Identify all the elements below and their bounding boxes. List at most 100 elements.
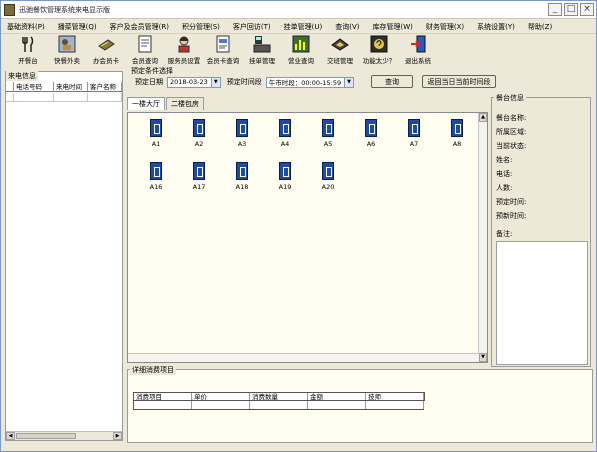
caller-hscrollbar[interactable]: ◀ ▶	[6, 431, 122, 440]
scroll-down-icon[interactable]: ▼	[479, 353, 487, 362]
maximize-button[interactable]: □	[564, 3, 578, 16]
field-new-time: 预新时间:	[496, 212, 527, 220]
remark-textarea[interactable]	[496, 241, 588, 365]
window-title: 迅驰餐饮管理系统来电显示版	[19, 5, 110, 14]
detail-caption: 详细消费项目	[130, 365, 176, 375]
table-icon	[236, 162, 248, 180]
window-controls: _ □ ×	[548, 3, 594, 16]
shift-button[interactable]: 交班管理	[321, 35, 359, 65]
col-technician[interactable]: 技师	[366, 393, 424, 401]
table-a16[interactable]: A16	[141, 162, 171, 191]
card-query-label: 会员卡查询	[206, 57, 240, 65]
table-icon	[236, 119, 248, 137]
waiter-settings-button[interactable]: 服务员设置	[165, 35, 203, 65]
menu-points[interactable]: 积分管理(S)	[182, 22, 220, 32]
table-a6[interactable]: A6	[356, 119, 386, 148]
table-a5[interactable]: A5	[313, 119, 343, 148]
booking-conditions-caption: 预定条件选择	[131, 67, 173, 75]
more-features-button[interactable]: 功能太少？	[360, 35, 398, 65]
exit-button[interactable]: 退出系统	[399, 35, 437, 65]
field-table-name: 餐台名称:	[496, 114, 527, 122]
card-query-button[interactable]: 会员卡查询	[204, 35, 242, 65]
menu-basic-data[interactable]: 基础资料(P)	[7, 22, 45, 32]
booking-conditions-row: 预定日期 2018-03-23 ▼ 预定时间段 午市时段：00:00-15:59…	[135, 76, 360, 88]
chart-icon	[292, 35, 310, 53]
return-current-button[interactable]: 返回当日当前时间段	[422, 75, 496, 88]
exit-icon	[409, 35, 427, 53]
table-a18[interactable]: A18	[227, 162, 257, 191]
field-remark: 备注:	[496, 230, 513, 238]
table-a3[interactable]: A3	[227, 119, 257, 148]
waiter-icon	[175, 35, 193, 53]
field-book-time: 预定时间:	[496, 198, 527, 206]
field-people: 人数:	[496, 184, 513, 192]
menu-dish-management[interactable]: 播菜管理(Q)	[58, 22, 97, 32]
col-phone[interactable]: 电话号码	[14, 82, 54, 91]
app-icon	[4, 3, 15, 16]
minimize-button[interactable]: _	[548, 3, 562, 16]
field-phone: 电话:	[496, 170, 513, 178]
open-table-button[interactable]: 开餐台	[9, 35, 47, 65]
table-a20[interactable]: A20	[313, 162, 343, 191]
menu-query[interactable]: 查询(V)	[335, 22, 359, 32]
takeout-button[interactable]: 快餐外卖	[48, 35, 86, 65]
date-select[interactable]: 2018-03-23 ▼	[167, 76, 221, 88]
scroll-right-icon[interactable]: ▶	[113, 432, 122, 440]
business-query-label: 营业查询	[288, 57, 314, 65]
col-call-time[interactable]: 来电时间	[54, 82, 88, 91]
title-bar: 迅驰餐饮管理系统来电显示版 _ □ ×	[1, 1, 596, 19]
table-a4[interactable]: A4	[270, 119, 300, 148]
detail-grid-header: 消费项目 单价 消费数量 金额 技师	[133, 392, 425, 401]
table-a17[interactable]: A17	[184, 162, 214, 191]
scroll-up-icon[interactable]: ▲	[479, 113, 487, 122]
period-select[interactable]: 午市时段：00:00-15:59 ▼	[265, 76, 355, 88]
menu-finance[interactable]: 财务管理(X)	[426, 22, 464, 32]
chevron-down-icon[interactable]: ▼	[344, 77, 354, 87]
card-search-icon	[214, 35, 232, 53]
table-icon	[279, 119, 291, 137]
col-customer-name[interactable]: 客户名称	[88, 82, 122, 91]
pending-order-label: 挂单管理	[249, 57, 275, 65]
col-unit-price[interactable]: 单价	[192, 393, 250, 401]
business-query-button[interactable]: 营业查询	[282, 35, 320, 65]
table-a1[interactable]: A1	[141, 119, 171, 148]
tab-hall-floor1[interactable]: 一楼大厅	[127, 97, 165, 110]
col-quantity[interactable]: 消费数量	[250, 393, 308, 401]
table-info-panel: 餐台信息 餐台名称: 所属区域: 当前状态: 姓名: 电话: 人数: 预定时间:…	[491, 93, 591, 367]
close-button[interactable]: ×	[580, 3, 594, 16]
table-a19[interactable]: A19	[270, 162, 300, 191]
member-card-button[interactable]: 办会员卡	[87, 35, 125, 65]
scroll-left-icon[interactable]: ◀	[6, 432, 15, 440]
takeout-label: 快餐外卖	[54, 57, 80, 65]
date-value: 2018-03-23	[170, 78, 208, 86]
toolbar: 开餐台 快餐外卖 办会员卡 会员查询 服务员设置 会员卡查询 挂单管理 营业查询…	[1, 35, 596, 67]
chevron-down-icon[interactable]: ▼	[210, 77, 220, 87]
detail-panel: 详细消费项目 消费项目 单价 消费数量 金额 技师	[127, 365, 593, 443]
col-item[interactable]: 消费项目	[134, 393, 192, 401]
field-area: 所属区域:	[496, 128, 527, 136]
menu-customer-member[interactable]: 客户及会员管理(R)	[110, 22, 169, 32]
member-query-label: 会员查询	[132, 57, 158, 65]
table-a7[interactable]: A7	[399, 119, 429, 148]
menu-inventory[interactable]: 库存管理(W)	[373, 22, 413, 32]
detail-grid-row[interactable]	[133, 401, 424, 410]
tables-hscrollbar[interactable]	[128, 353, 479, 362]
table-a2[interactable]: A2	[184, 119, 214, 148]
table-a8[interactable]: A8	[442, 119, 472, 148]
maximize-icon: □	[566, 4, 576, 14]
menu-customer-visit[interactable]: 客户回访(T)	[233, 22, 271, 32]
tab-rooms-floor2[interactable]: 二楼包房	[166, 97, 204, 110]
menu-help[interactable]: 帮助(Z)	[528, 22, 552, 32]
col-amount[interactable]: 金额	[308, 393, 366, 401]
menu-settings[interactable]: 系统设置(Y)	[477, 22, 515, 32]
member-query-button[interactable]: 会员查询	[126, 35, 164, 65]
scroll-thumb[interactable]	[16, 433, 76, 439]
table-icon	[193, 162, 205, 180]
card-icon	[97, 35, 115, 53]
caller-grid-row[interactable]	[6, 93, 122, 102]
query-button[interactable]: 查询	[371, 75, 413, 88]
menu-pending-orders[interactable]: 挂单管理(U)	[284, 22, 323, 32]
tables-vscrollbar[interactable]: ▲ ▼	[478, 113, 487, 362]
pending-order-button[interactable]: 挂单管理	[243, 35, 281, 65]
period-value: 午市时段：00:00-15:59	[268, 79, 342, 87]
